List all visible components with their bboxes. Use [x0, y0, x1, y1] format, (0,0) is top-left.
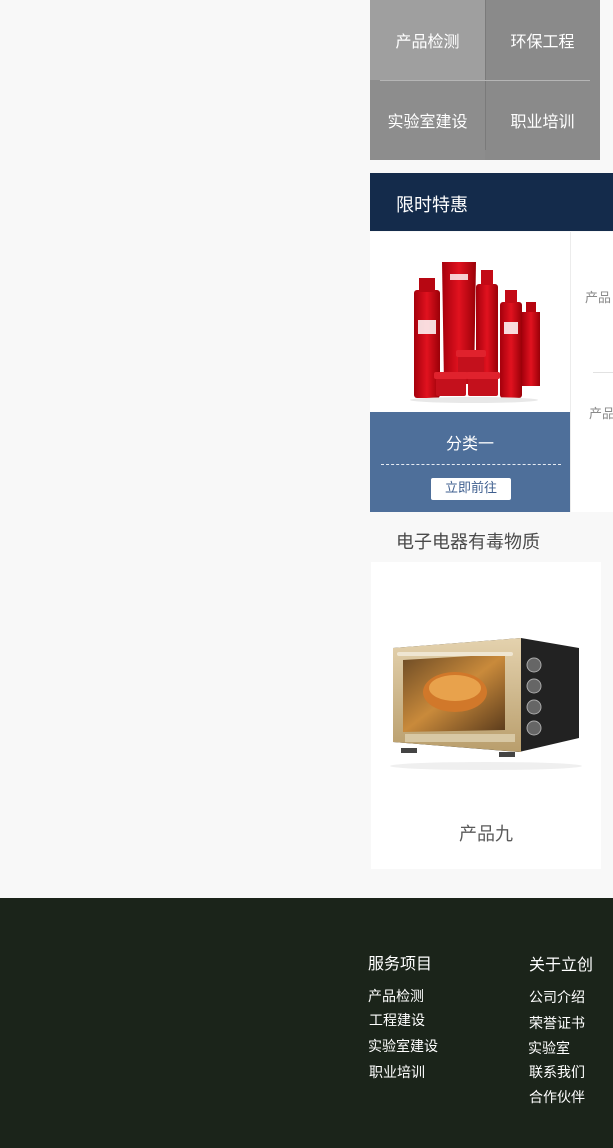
- cosmetics-icon: [410, 262, 540, 403]
- promo-card[interactable]: 分类一 立即前往: [370, 232, 570, 512]
- promo-category: 分类一: [445, 434, 494, 453]
- go-now-button[interactable]: 立即前往: [431, 478, 511, 500]
- promo-side-list: 产品 产品: [570, 232, 613, 512]
- footer-link-product-testing[interactable]: 产品检测: [368, 986, 424, 1006]
- side-divider: [593, 372, 613, 373]
- footer-link-company-intro[interactable]: 公司介绍: [529, 987, 585, 1007]
- service-item-vocational-training[interactable]: 职业培训: [485, 80, 600, 160]
- product-caption: 产品九: [459, 824, 513, 845]
- oven-product-image[interactable]: [371, 562, 601, 802]
- footer-link-training[interactable]: 职业培训: [369, 1062, 425, 1082]
- footer-heading-about: 关于立创: [529, 955, 594, 974]
- footer-link-laboratory[interactable]: 实验室: [528, 1038, 570, 1058]
- side-list-item[interactable]: 产品: [589, 403, 613, 422]
- footer-link-lab-construction[interactable]: 实验室建设: [368, 1036, 438, 1056]
- promo-panel: 分类一 立即前往: [370, 412, 570, 512]
- grid-divider-horizontal: [380, 80, 590, 81]
- section-title: 电子电器有毒物质: [396, 532, 540, 553]
- footer-link-contact[interactable]: 联系我们: [529, 1062, 585, 1082]
- service-item-label: 产品检测: [395, 32, 460, 51]
- product-card[interactable]: 产品九: [371, 562, 601, 869]
- promo-header: 限时特惠: [370, 173, 613, 231]
- service-item-label: 环保工程: [510, 32, 575, 51]
- footer-link-honors[interactable]: 荣誉证书: [529, 1013, 585, 1033]
- dashed-divider: [381, 464, 561, 465]
- oven-icon: [390, 638, 582, 770]
- footer-link-engineering[interactable]: 工程建设: [369, 1010, 425, 1030]
- service-item-label: 实验室建设: [387, 112, 468, 131]
- service-item-environmental-engineering[interactable]: 环保工程: [485, 0, 600, 80]
- promo-title: 限时特惠: [396, 195, 468, 216]
- grid-divider-vertical: [485, 0, 486, 150]
- cosmetics-product-image[interactable]: [370, 232, 570, 412]
- service-item-product-testing[interactable]: 产品检测: [370, 0, 485, 80]
- site-footer: 服务项目 产品检测 工程建设 实验室建设 职业培训 关于立创 公司介绍 荣誉证书…: [0, 898, 613, 1148]
- footer-heading-services: 服务项目: [368, 954, 433, 973]
- side-list-item[interactable]: 产品: [585, 287, 611, 306]
- service-item-lab-construction[interactable]: 实验室建设: [370, 80, 485, 160]
- service-grid: 产品检测 环保工程 实验室建设 职业培训: [370, 0, 600, 160]
- service-item-label: 职业培训: [510, 112, 575, 131]
- footer-link-partners[interactable]: 合作伙伴: [529, 1087, 585, 1107]
